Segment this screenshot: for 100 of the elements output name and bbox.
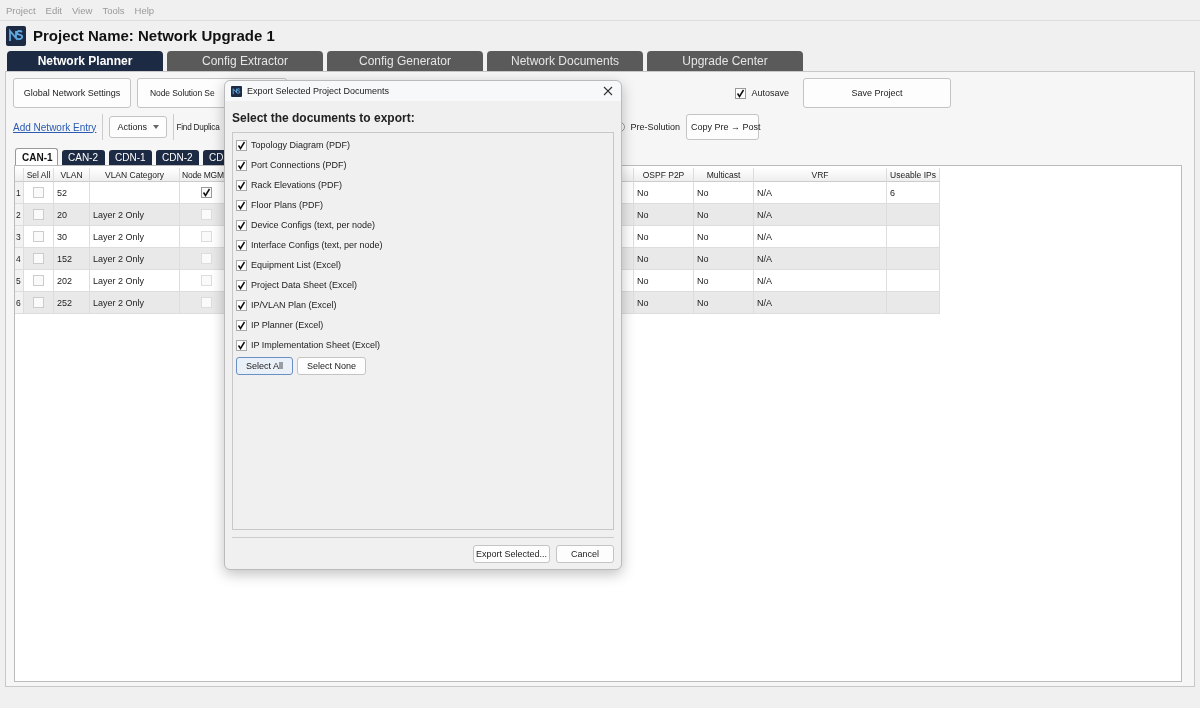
add-network-entry-link[interactable]: Add Network Entry xyxy=(13,121,97,133)
site-tab[interactable]: CAN-2 xyxy=(62,150,105,165)
table-cell: 252 xyxy=(54,292,90,314)
table-cell: No xyxy=(634,182,694,204)
select-none-button[interactable]: Select None xyxy=(297,357,367,375)
document-checkbox[interactable] xyxy=(236,259,247,271)
table-cell: 20 xyxy=(54,204,90,226)
table-cell xyxy=(887,248,940,270)
cancel-button[interactable]: Cancel xyxy=(556,545,614,563)
row-checkbox[interactable] xyxy=(33,209,44,220)
table-cell: N/A xyxy=(754,182,887,204)
main-tab[interactable]: Config Extractor xyxy=(167,51,323,71)
table-cell xyxy=(887,204,940,226)
main-tab[interactable]: Upgrade Center xyxy=(647,51,803,71)
table-cell: Layer 2 Only xyxy=(90,204,180,226)
site-tab[interactable]: CAN-1 xyxy=(15,148,58,165)
app-logo-icon xyxy=(6,25,26,46)
table-cell: No xyxy=(634,292,694,314)
column-header[interactable]: VLAN xyxy=(54,168,90,182)
document-label: IP Implementation Sheet (Excel) xyxy=(251,340,380,350)
table-cell: N/A xyxy=(754,270,887,292)
row-checkbox[interactable] xyxy=(33,187,44,198)
main-tab[interactable]: Network Planner xyxy=(7,51,163,71)
table-cell xyxy=(887,292,940,314)
table-cell: No xyxy=(694,204,754,226)
column-header[interactable]: Multicast xyxy=(694,168,754,182)
document-label: Floor Plans (PDF) xyxy=(251,200,323,210)
caret-icon xyxy=(153,125,160,129)
export-selected-button[interactable]: Export Selected... xyxy=(473,545,550,563)
site-tab[interactable]: CDN-1 xyxy=(109,150,152,165)
document-label: IP Planner (Excel) xyxy=(251,320,324,330)
main-tab[interactable]: Network Documents xyxy=(487,51,643,71)
table-cell: 6 xyxy=(887,182,940,204)
table-cell: 30 xyxy=(54,226,90,248)
table-cell: Layer 2 Only xyxy=(90,248,180,270)
site-tab[interactable]: CDN-2 xyxy=(156,150,199,165)
document-label: Port Connections (PDF) xyxy=(251,160,347,170)
document-checkbox[interactable] xyxy=(236,199,247,211)
main-tab[interactable]: Config Generator xyxy=(327,51,483,71)
table-cell: No xyxy=(694,292,754,314)
column-header[interactable]: OSPF P2P xyxy=(634,168,694,182)
table-cell: 202 xyxy=(54,270,90,292)
document-label: IP/VLAN Plan (Excel) xyxy=(251,300,337,310)
copy-pre-post-button[interactable]: Copy Pre → Post xyxy=(686,114,759,140)
document-checkbox[interactable] xyxy=(236,179,247,191)
table-cell: No xyxy=(634,204,694,226)
project-title: Project Name: Network Upgrade 1 xyxy=(33,27,275,44)
document-label: Device Configs (text, per node) xyxy=(251,220,376,230)
row-number: 4 xyxy=(15,248,24,270)
table-cell: No xyxy=(694,270,754,292)
column-header[interactable]: VRF xyxy=(754,168,887,182)
row-checkbox[interactable] xyxy=(33,253,44,264)
radio-label: Pre-Solution xyxy=(630,122,680,132)
save-project-button[interactable]: Save Project xyxy=(803,78,951,108)
document-checkbox[interactable] xyxy=(236,239,247,251)
document-checkbox[interactable] xyxy=(236,159,247,171)
actions-dropdown[interactable]: Actions xyxy=(109,116,168,138)
table-cell: Layer 2 Only xyxy=(90,270,180,292)
table-cell xyxy=(887,270,940,292)
global-settings-button[interactable]: Global Network Settings xyxy=(13,78,131,108)
document-checkbox[interactable] xyxy=(236,319,247,331)
row-checkbox[interactable] xyxy=(33,297,44,308)
table-cell: 52 xyxy=(54,182,90,204)
table-cell: N/A xyxy=(754,292,887,314)
table-cell: No xyxy=(634,226,694,248)
table-cell: N/A xyxy=(754,204,887,226)
node-mgmt-checkbox[interactable] xyxy=(201,187,212,198)
dialog-heading: Select the documents to export: xyxy=(232,111,415,127)
document-checkbox[interactable] xyxy=(236,139,247,151)
table-cell: No xyxy=(694,248,754,270)
column-header[interactable]: VLAN Category xyxy=(90,168,180,182)
column-header[interactable]: Sel All xyxy=(24,168,54,182)
row-checkbox[interactable] xyxy=(33,275,44,286)
table-cell: No xyxy=(694,182,754,204)
column-header[interactable]: Useable IPs xyxy=(887,168,940,182)
table-cell xyxy=(887,226,940,248)
document-label: Equipment List (Excel) xyxy=(251,260,342,270)
row-number: 1 xyxy=(15,182,24,204)
document-checkbox[interactable] xyxy=(236,279,247,291)
table-cell: N/A xyxy=(754,226,887,248)
autosave-checkbox[interactable] xyxy=(735,87,747,99)
document-checkbox[interactable] xyxy=(236,219,247,231)
document-checkbox[interactable] xyxy=(236,299,247,311)
document-label: Project Data Sheet (Excel) xyxy=(251,280,358,290)
table-cell: No xyxy=(694,226,754,248)
document-checkbox[interactable] xyxy=(236,339,247,351)
table-cell: No xyxy=(634,248,694,270)
select-all-button[interactable]: Select All xyxy=(236,357,294,375)
table-cell: No xyxy=(634,270,694,292)
table-cell: Layer 2 Only xyxy=(90,226,180,248)
table-cell: 152 xyxy=(54,248,90,270)
table-cell: N/A xyxy=(754,248,887,270)
row-checkbox[interactable] xyxy=(33,231,44,242)
close-icon[interactable] xyxy=(603,86,613,96)
document-label: Interface Configs (text, per node) xyxy=(251,240,383,250)
autosave-label: Autosave xyxy=(751,88,789,98)
find-duplicates-label: Find Duplica xyxy=(176,122,220,132)
table-cell: Layer 2 Only xyxy=(90,292,180,314)
document-label: Topology Diagram (PDF) xyxy=(251,140,351,150)
app-logo-icon xyxy=(231,85,242,97)
